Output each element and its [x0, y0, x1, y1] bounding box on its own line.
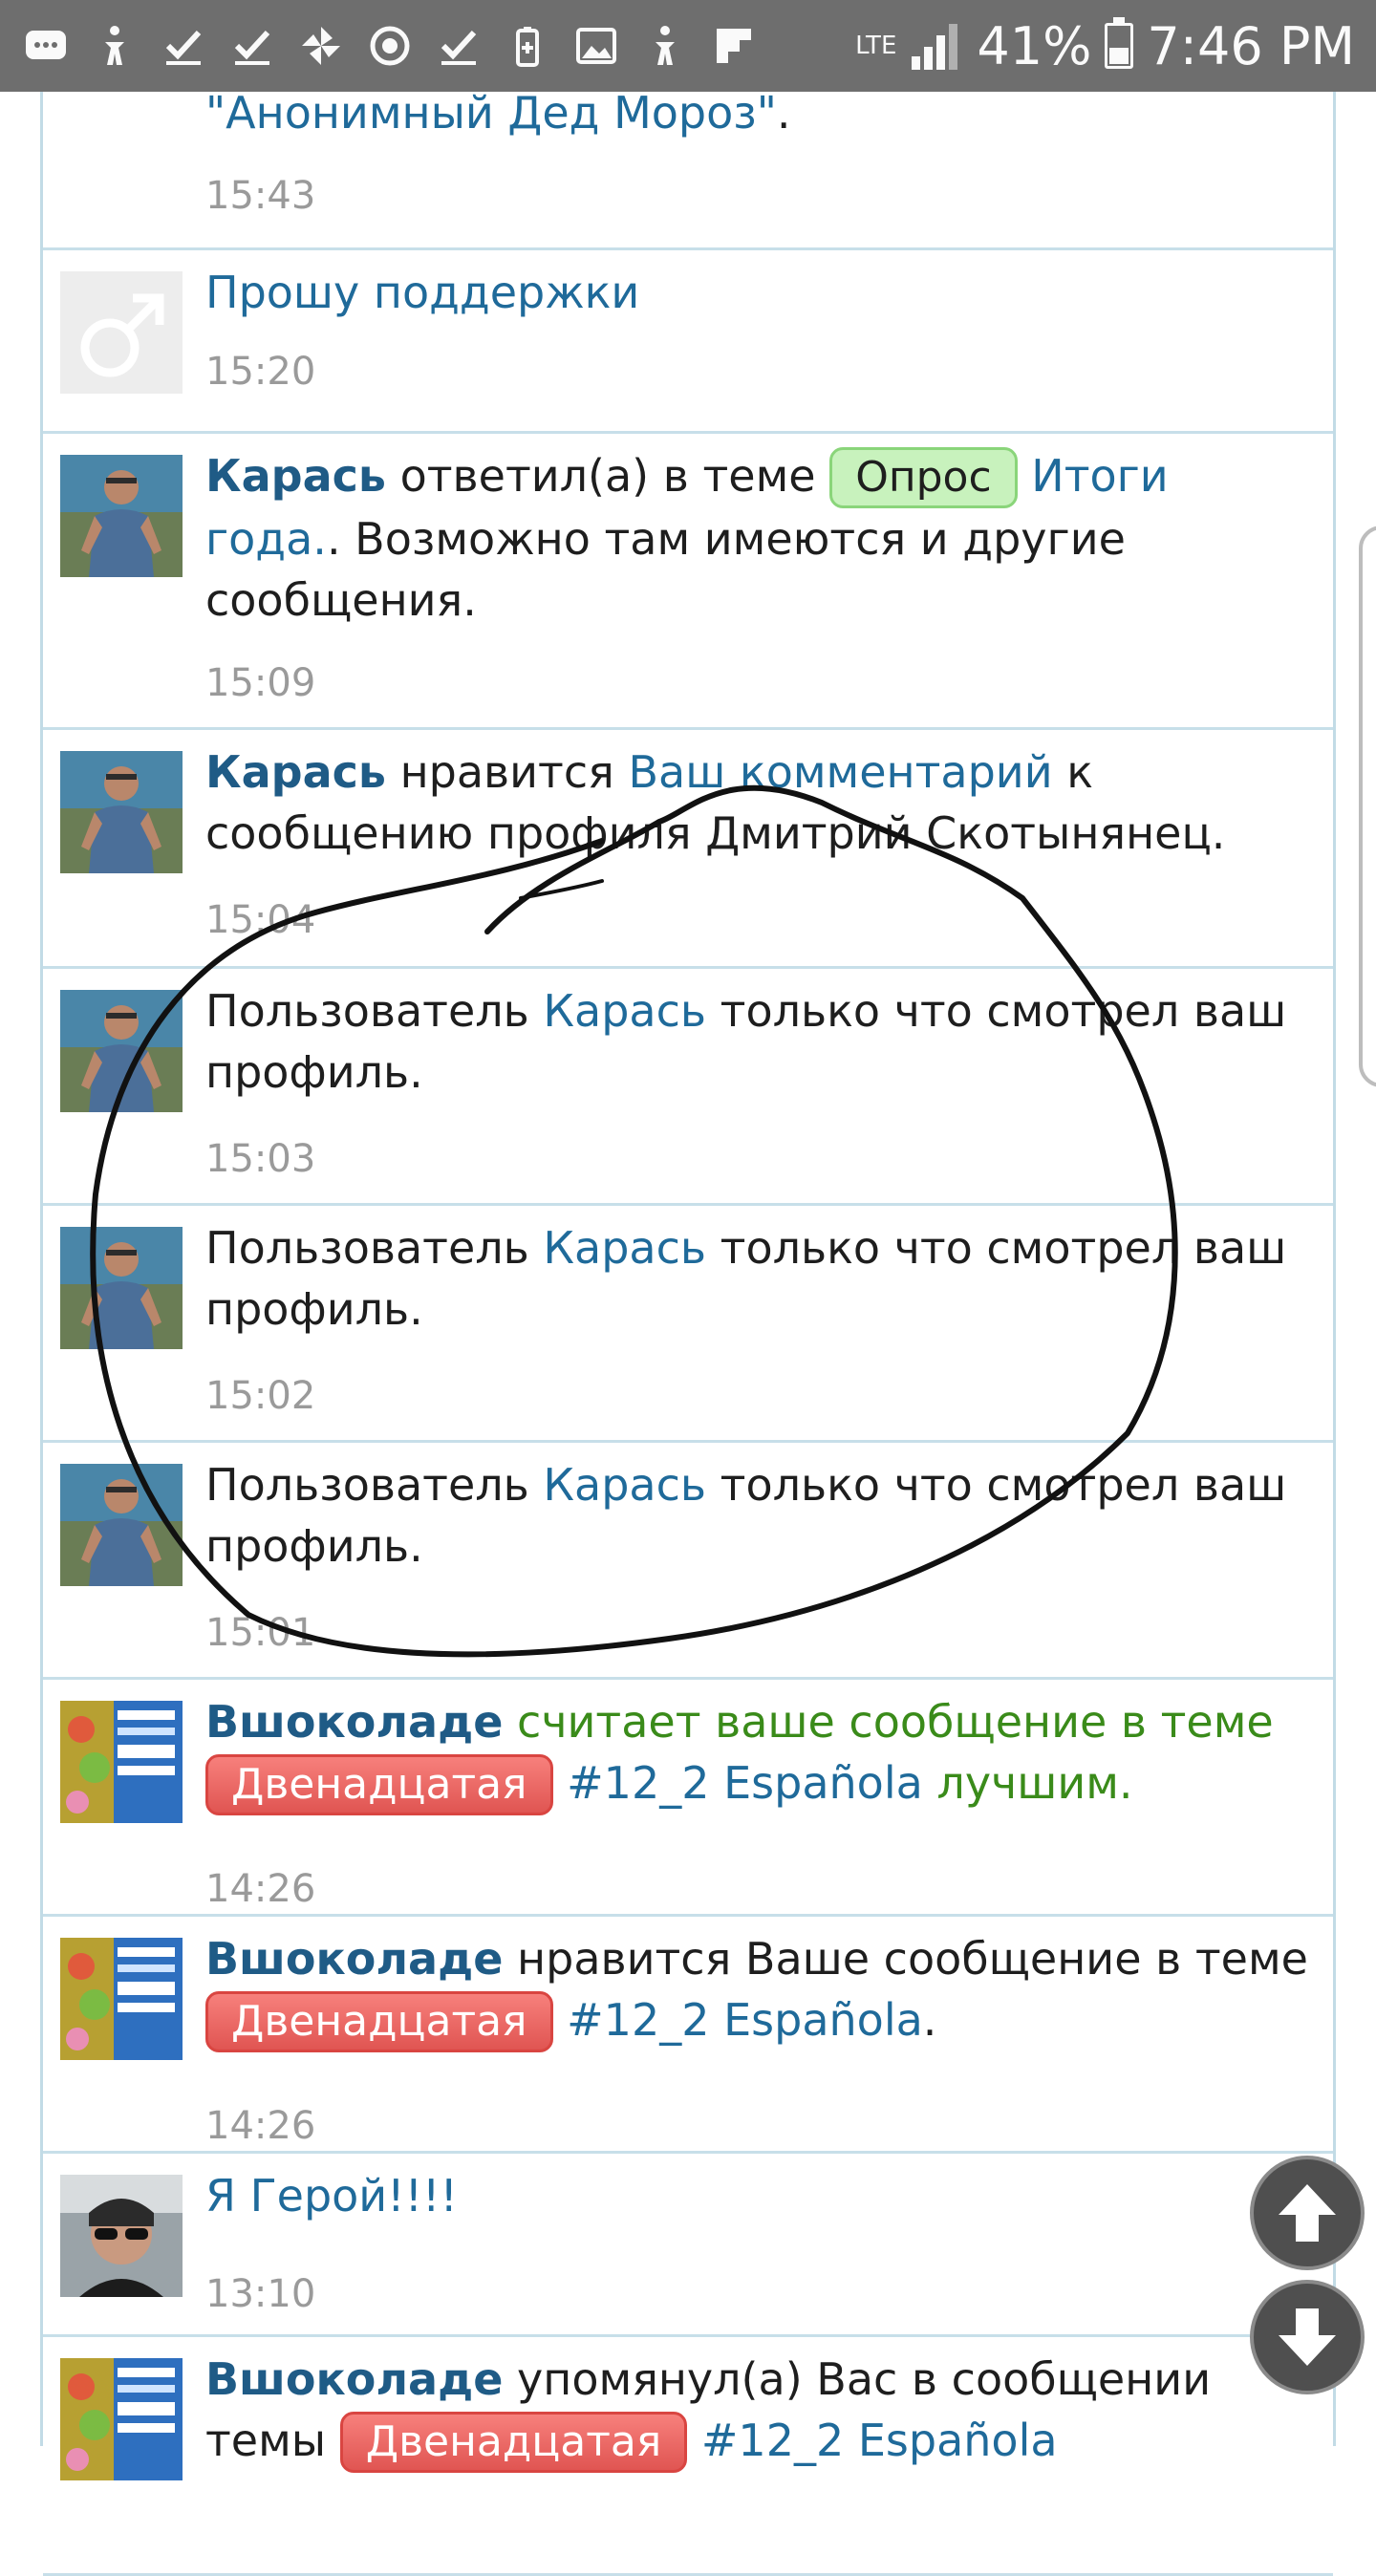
- notification-icons: [21, 21, 759, 71]
- notification-item: Прошу поддержки 15:20: [43, 250, 1333, 434]
- topic-link[interactable]: #12_2 Española: [553, 1757, 923, 1809]
- user-name-link[interactable]: Карась: [205, 746, 386, 798]
- network-type: LTE: [855, 32, 897, 60]
- topic-link[interactable]: Карась: [543, 1459, 706, 1511]
- notification-item: Карась ответил(а) в теме Опрос Итоги год…: [43, 434, 1333, 730]
- notification-text: Пользователь Карась только что смотрел в…: [205, 1217, 1316, 1340]
- user-photo-karas[interactable]: [60, 455, 183, 577]
- notification-item: Я Герой!!!! 13:10: [43, 2154, 1333, 2337]
- notification-item: Пользователь Карась только что смотрел в…: [43, 969, 1333, 1206]
- notification-item: Пользователь Карась только что смотрел в…: [43, 1206, 1333, 1443]
- notification-text: Пользователь Карась только что смотрел в…: [205, 980, 1316, 1103]
- notification-text: Карась нравится Ваш комментарий к сообще…: [205, 741, 1316, 864]
- topic-tag-badge[interactable]: Опрос: [829, 447, 1018, 508]
- timestamp: 15:02: [205, 1374, 316, 1418]
- user-name-link[interactable]: Карась: [205, 450, 386, 502]
- notification-item: Вшоколаде упомянул(а) Вас в сообщении те…: [43, 2337, 1333, 2576]
- sync-icon: [365, 21, 415, 71]
- accessibility-icon: [640, 21, 690, 71]
- user-photo-karas[interactable]: [60, 990, 183, 1112]
- arrow-up-icon: [1279, 2184, 1336, 2242]
- battery-percent: 41%: [977, 15, 1092, 76]
- message-text: Пользователь: [205, 1222, 544, 1274]
- timestamp: 15:04: [205, 898, 316, 942]
- message-text: .: [776, 87, 791, 139]
- highlight-text: лучшим.: [922, 1757, 1133, 1809]
- timestamp: 14:26: [205, 2104, 316, 2148]
- notification-item: Вшоколаде нравится Ваше сообщение в теме…: [43, 1917, 1333, 2154]
- image-icon: [571, 21, 621, 71]
- topic-tag-badge[interactable]: Двенадцатая: [339, 2412, 688, 2473]
- topic-link[interactable]: Прошу поддержки: [205, 267, 639, 318]
- message-text: нравится Ваше сообщение в теме: [503, 1933, 1308, 1985]
- timestamp: 15:03: [205, 1137, 316, 1181]
- topic-link[interactable]: Я Герой!!!!: [205, 2170, 458, 2222]
- check-icon: [159, 21, 208, 71]
- timestamp: 15:20: [205, 350, 316, 394]
- topic-tag-badge[interactable]: Двенадцатая: [205, 1991, 553, 2052]
- scroll-edge-indicator: [1359, 526, 1376, 1087]
- highlight-text: считает ваше сообщение в теме: [503, 1696, 1274, 1748]
- notification-item: Вшоколаде считает ваше сообщение в теме …: [43, 1680, 1333, 1917]
- timestamp: 14:26: [205, 1867, 316, 1911]
- topic-link[interactable]: Карась: [543, 1222, 706, 1274]
- user-name-link[interactable]: Вшоколаде: [205, 2353, 503, 2405]
- message-text: Пользователь: [205, 985, 544, 1037]
- check-icon: [434, 21, 484, 71]
- message-text: ответил(а) в теме: [385, 450, 830, 502]
- battery-saver-icon: [503, 21, 552, 71]
- user-photo-sunglasses[interactable]: [60, 2175, 183, 2297]
- topic-link[interactable]: #12_2 Española: [687, 2415, 1058, 2466]
- notification-feed: "Анонимный Дед Мороз". 15:43 Прошу поддерж…: [40, 73, 1336, 2576]
- topic-link[interactable]: Ваш комментарий: [628, 746, 1052, 798]
- scroll-down-button[interactable]: [1250, 2280, 1365, 2394]
- clock: 7:46 PM: [1147, 15, 1355, 76]
- message-text: . Возможно там имеются и другие сообщени…: [205, 513, 1126, 626]
- timestamp: 15:01: [205, 1611, 316, 1655]
- timestamp: 15:09: [205, 661, 316, 705]
- book-cover-vshokolade[interactable]: [60, 1701, 183, 1823]
- battery-icon: [1105, 17, 1134, 69]
- timestamp: 15:43: [205, 174, 316, 218]
- notification-text: Я Герой!!!!: [205, 2165, 1316, 2226]
- book-cover-vshokolade[interactable]: [60, 2358, 183, 2480]
- topic-link[interactable]: #12_2 Española: [553, 1994, 923, 2046]
- arrow-down-icon: [1279, 2308, 1336, 2366]
- timestamp: 13:10: [205, 2272, 316, 2316]
- signal-icon: [912, 24, 958, 70]
- user-photo-karas[interactable]: [60, 1464, 183, 1586]
- user-photo-karas[interactable]: [60, 751, 183, 873]
- scroll-up-button[interactable]: [1250, 2156, 1365, 2270]
- topic-link[interactable]: "Анонимный Дед Мороз": [205, 87, 777, 139]
- notification-text: Вшоколаде упомянул(а) Вас в сообщении те…: [205, 2349, 1316, 2473]
- message-icon: [21, 21, 71, 71]
- accessibility-icon: [90, 21, 140, 71]
- user-photo-karas[interactable]: [60, 1227, 183, 1349]
- check-icon: [227, 21, 277, 71]
- topic-tag-badge[interactable]: Двенадцатая: [205, 1754, 553, 1815]
- notification-item: Карась нравится Ваш комментарий к сообще…: [43, 730, 1333, 969]
- notification-text: Карась ответил(а) в теме Опрос Итоги год…: [205, 445, 1316, 631]
- message-text: .: [922, 1994, 937, 2046]
- status-right: LTE 41% 7:46 PM: [855, 16, 1355, 76]
- message-text: Пользователь: [205, 1459, 544, 1511]
- flipboard-icon: [709, 21, 759, 71]
- user-name-link[interactable]: Вшоколаде: [205, 1696, 503, 1748]
- notification-item: Пользователь Карась только что смотрел в…: [43, 1443, 1333, 1680]
- topic-link[interactable]: Карась: [543, 985, 706, 1037]
- notification-text: Вшоколаде считает ваше сообщение в теме …: [205, 1691, 1316, 1815]
- male-symbol-avatar[interactable]: [60, 271, 183, 394]
- message-text: нравится: [385, 746, 629, 798]
- status-bar: LTE 41% 7:46 PM: [0, 0, 1376, 92]
- pinwheel-icon: [296, 21, 346, 71]
- notification-text: Пользователь Карась только что смотрел в…: [205, 1454, 1316, 1577]
- notification-text: Прошу поддержки: [205, 262, 1316, 323]
- notification-text: Вшоколаде нравится Ваше сообщение в теме…: [205, 1928, 1316, 2052]
- user-name-link[interactable]: Вшоколаде: [205, 1933, 503, 1985]
- book-cover-vshokolade[interactable]: [60, 1938, 183, 2060]
